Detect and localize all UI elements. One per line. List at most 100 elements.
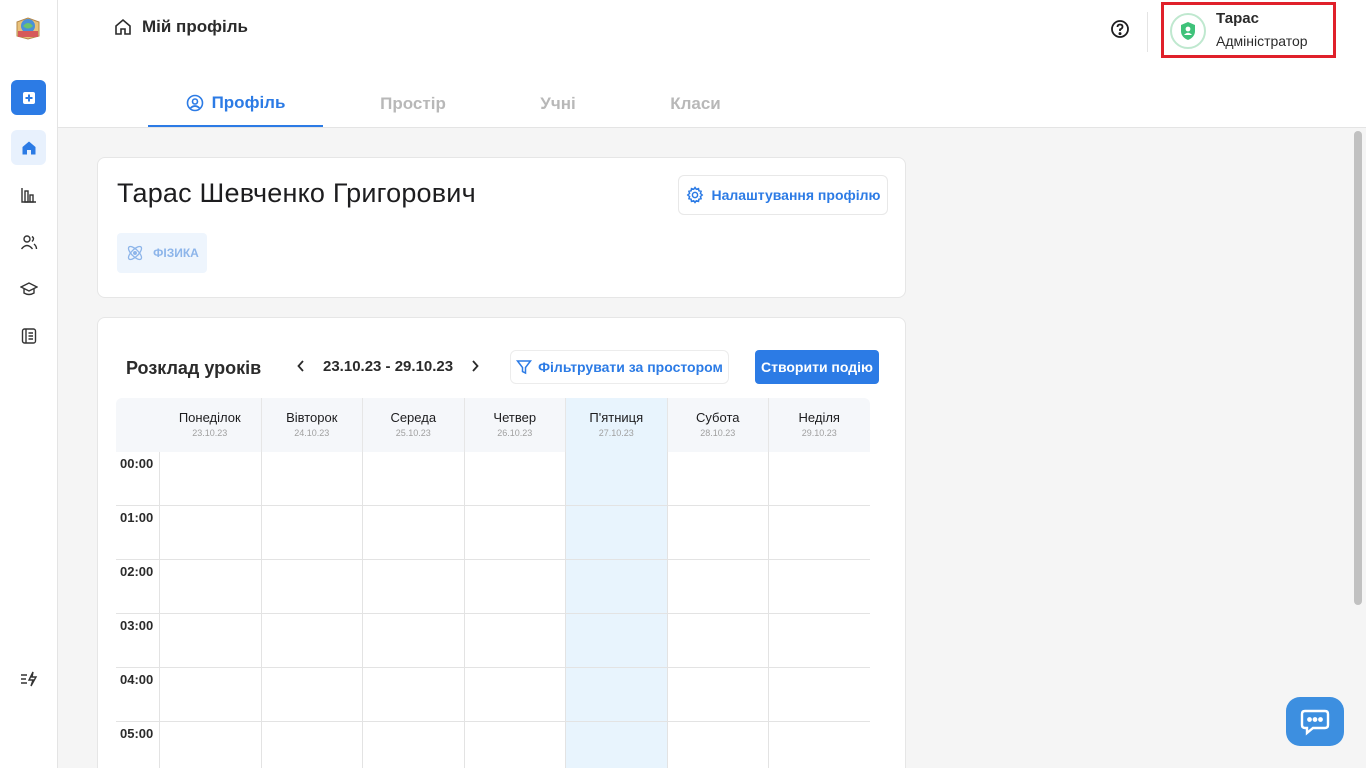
add-icon bbox=[22, 91, 35, 104]
schedule-slot[interactable] bbox=[465, 452, 566, 505]
tab-profile[interactable]: Профіль bbox=[148, 80, 323, 127]
profile-settings-button[interactable]: Налаштування профілю bbox=[678, 175, 888, 215]
day-date: 25.10.23 bbox=[395, 428, 431, 438]
schedule-slot[interactable] bbox=[566, 668, 667, 721]
day-name: Середа bbox=[390, 410, 437, 425]
day-date: 27.10.23 bbox=[598, 428, 634, 438]
tab-students[interactable]: Учні bbox=[503, 80, 613, 127]
schedule-slot[interactable] bbox=[668, 668, 769, 721]
schedule-slot[interactable] bbox=[769, 506, 870, 559]
day-name: Вівторок bbox=[286, 410, 338, 425]
time-label: 05:00 bbox=[120, 726, 154, 741]
schedule-slot[interactable] bbox=[160, 668, 261, 721]
header-divider bbox=[1147, 12, 1148, 52]
schedule-slot[interactable] bbox=[769, 722, 870, 768]
day-header: Неділя 29.10.23 bbox=[768, 398, 870, 452]
sidebar-item-users[interactable] bbox=[11, 224, 46, 259]
schedule-slot[interactable] bbox=[566, 506, 667, 559]
time-label: 03:00 bbox=[120, 618, 154, 633]
profile-tabs: Профіль Простір Учні Класи bbox=[148, 80, 778, 127]
schedule-slot[interactable] bbox=[566, 560, 667, 613]
tab-space[interactable]: Простір bbox=[323, 80, 503, 127]
day-header: Субота 28.10.23 bbox=[666, 398, 769, 452]
schedule-slot[interactable] bbox=[160, 560, 261, 613]
time-label: 00:00 bbox=[120, 456, 154, 471]
top-header: Мій профіль Тарас Адміністратор Профіль bbox=[58, 0, 1366, 128]
prev-week-button[interactable] bbox=[293, 356, 309, 376]
schedule-slot[interactable] bbox=[262, 668, 363, 721]
home-icon bbox=[22, 141, 35, 154]
user-circle-icon bbox=[186, 94, 203, 111]
schedule-slot[interactable] bbox=[769, 452, 870, 505]
day-name: Понеділок bbox=[178, 410, 241, 425]
schedule-slot[interactable] bbox=[465, 668, 566, 721]
schedule-title: Розклад уроків bbox=[126, 358, 262, 378]
schedule-slot[interactable] bbox=[668, 722, 769, 768]
sidebar-item-journal[interactable] bbox=[11, 318, 46, 353]
page-scrollbar[interactable] bbox=[1354, 131, 1362, 605]
help-icon bbox=[1111, 20, 1129, 38]
schedule-slot[interactable] bbox=[262, 452, 363, 505]
schedule-slot[interactable] bbox=[160, 722, 261, 768]
schedule-slot[interactable] bbox=[465, 560, 566, 613]
chat-button[interactable] bbox=[1286, 697, 1344, 746]
schedule-slot[interactable] bbox=[668, 614, 769, 667]
tab-classes[interactable]: Класи bbox=[613, 80, 778, 127]
schedule-grid: Понеділок 23.10.23 Вівторок 24.10.23 Середа 2… bbox=[116, 398, 870, 768]
week-navigator: 23.10.23 - 29.10.23 bbox=[293, 356, 483, 376]
avatar bbox=[1170, 13, 1206, 49]
day-name: Субота bbox=[696, 410, 740, 425]
add-button[interactable] bbox=[11, 80, 46, 115]
schedule-slot[interactable] bbox=[160, 506, 261, 559]
user-menu[interactable]: Тарас Адміністратор bbox=[1161, 2, 1336, 58]
app-logo-icon[interactable] bbox=[15, 14, 41, 40]
help-button[interactable] bbox=[1110, 19, 1130, 39]
schedule-slot[interactable] bbox=[465, 614, 566, 667]
create-event-button[interactable]: Створити подію bbox=[755, 350, 879, 384]
quick-actions-button[interactable] bbox=[11, 661, 46, 696]
profile-card: Тарас Шевченко Григорович Налаштування п… bbox=[97, 157, 906, 298]
schedule-card: Розклад уроків 23.10.23 - 29.10.23 Фільт… bbox=[97, 317, 906, 768]
sidebar-item-home[interactable] bbox=[11, 130, 46, 165]
schedule-slot[interactable] bbox=[262, 722, 363, 768]
schedule-slot[interactable] bbox=[566, 722, 667, 768]
schedule-slot[interactable] bbox=[363, 452, 464, 505]
schedule-slot[interactable] bbox=[566, 452, 667, 505]
next-week-button[interactable] bbox=[467, 356, 483, 376]
shield-user-icon bbox=[1181, 22, 1195, 40]
schedule-slot[interactable] bbox=[668, 506, 769, 559]
filter-by-space-button[interactable]: Фільтрувати за простором bbox=[510, 350, 729, 384]
schedule-slot[interactable] bbox=[160, 614, 261, 667]
schedule-slot[interactable] bbox=[668, 560, 769, 613]
sidebar-item-classes[interactable] bbox=[11, 271, 46, 306]
graduation-cap-icon bbox=[19, 281, 38, 295]
user-name: Тарас bbox=[1216, 10, 1259, 27]
schedule-slot[interactable] bbox=[465, 506, 566, 559]
day-name: Неділя bbox=[798, 410, 840, 425]
schedule-slot[interactable] bbox=[769, 614, 870, 667]
schedule-slot[interactable] bbox=[769, 560, 870, 613]
schedule-slot[interactable] bbox=[262, 614, 363, 667]
breadcrumb[interactable]: Мій профіль bbox=[114, 17, 248, 37]
day-name: П'ятниця bbox=[589, 410, 644, 425]
schedule-slot[interactable] bbox=[363, 560, 464, 613]
page-title: Мій профіль bbox=[142, 17, 248, 36]
schedule-slot[interactable] bbox=[363, 722, 464, 768]
sidebar-item-analytics[interactable] bbox=[11, 177, 46, 212]
schedule-slot[interactable] bbox=[566, 614, 667, 667]
schedule-slot[interactable] bbox=[363, 506, 464, 559]
schedule-slot[interactable] bbox=[160, 452, 261, 505]
profile-full-name: Тарас Шевченко Григорович bbox=[117, 178, 476, 208]
day-header: Середа 25.10.23 bbox=[362, 398, 464, 452]
schedule-slot[interactable] bbox=[363, 614, 464, 667]
home-outline-icon bbox=[115, 18, 131, 35]
filter-icon bbox=[516, 360, 533, 375]
schedule-slot[interactable] bbox=[262, 560, 363, 613]
schedule-slot[interactable] bbox=[668, 452, 769, 505]
schedule-slot[interactable] bbox=[363, 668, 464, 721]
schedule-slot[interactable] bbox=[769, 668, 870, 721]
schedule-slot[interactable] bbox=[262, 506, 363, 559]
analytics-icon bbox=[20, 187, 36, 203]
schedule-slot[interactable] bbox=[465, 722, 566, 768]
grid-column-line bbox=[869, 452, 870, 768]
